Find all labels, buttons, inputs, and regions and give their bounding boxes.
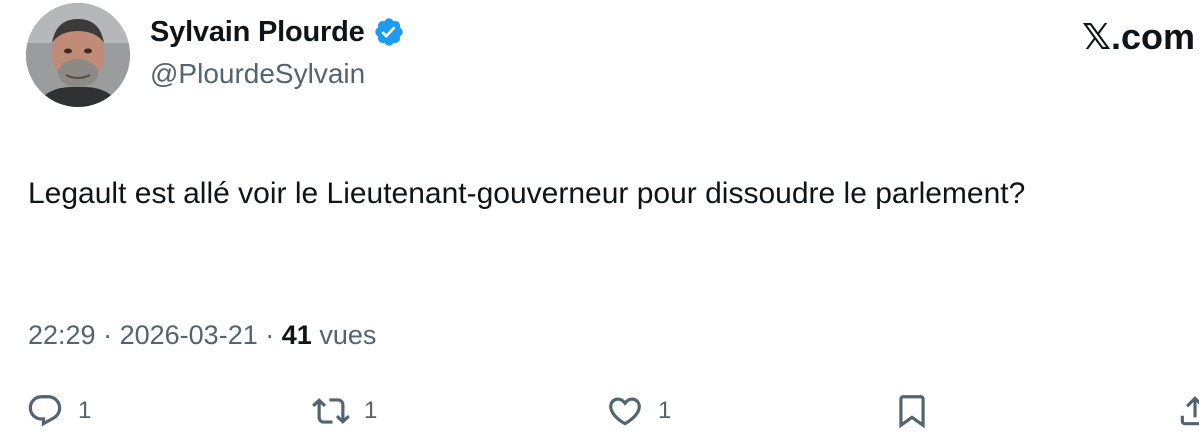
bookmark-icon: [899, 395, 925, 429]
bookmark-button[interactable]: [893, 392, 931, 430]
views-count: 41: [281, 320, 312, 350]
avatar[interactable]: [26, 3, 130, 107]
retweet-icon: [312, 398, 350, 424]
retweet-count: 1: [364, 397, 378, 424]
reply-count: 1: [78, 397, 92, 424]
tweet-card: Sylvain Plourde @PlourdeSylvain 𝕏.com Le…: [0, 0, 1199, 440]
reply-icon: [28, 395, 62, 427]
author-handle[interactable]: @PlourdeSylvain: [150, 58, 365, 90]
tweet-time[interactable]: 22:29: [28, 320, 96, 350]
like-button[interactable]: 1: [606, 392, 671, 430]
profile-photo-icon: [26, 3, 130, 107]
verified-badge-icon[interactable]: [373, 16, 405, 48]
tweet-text: Legault est allé voir le Lieutenant-gouv…: [28, 177, 1026, 210]
tweet-date[interactable]: 2026-03-21: [120, 320, 258, 350]
meta-separator: ·: [103, 320, 113, 350]
x-com-logo[interactable]: 𝕏.com: [1082, 16, 1195, 58]
share-icon: [1180, 396, 1199, 426]
meta-separator: ·: [265, 320, 275, 350]
share-button[interactable]: [1176, 392, 1199, 430]
views-label: vues: [319, 320, 377, 350]
like-count: 1: [658, 397, 672, 424]
action-bar: 1 1 1: [0, 392, 1199, 432]
author-display-name[interactable]: Sylvain Plourde: [150, 16, 365, 49]
retweet-button[interactable]: 1: [312, 392, 377, 430]
author-name-row: Sylvain Plourde: [150, 12, 405, 52]
reply-button[interactable]: 1: [26, 392, 91, 430]
heart-icon: [609, 397, 641, 426]
tweet-metadata: 22:29 · 2026-03-21 · 41 vues: [28, 320, 376, 351]
